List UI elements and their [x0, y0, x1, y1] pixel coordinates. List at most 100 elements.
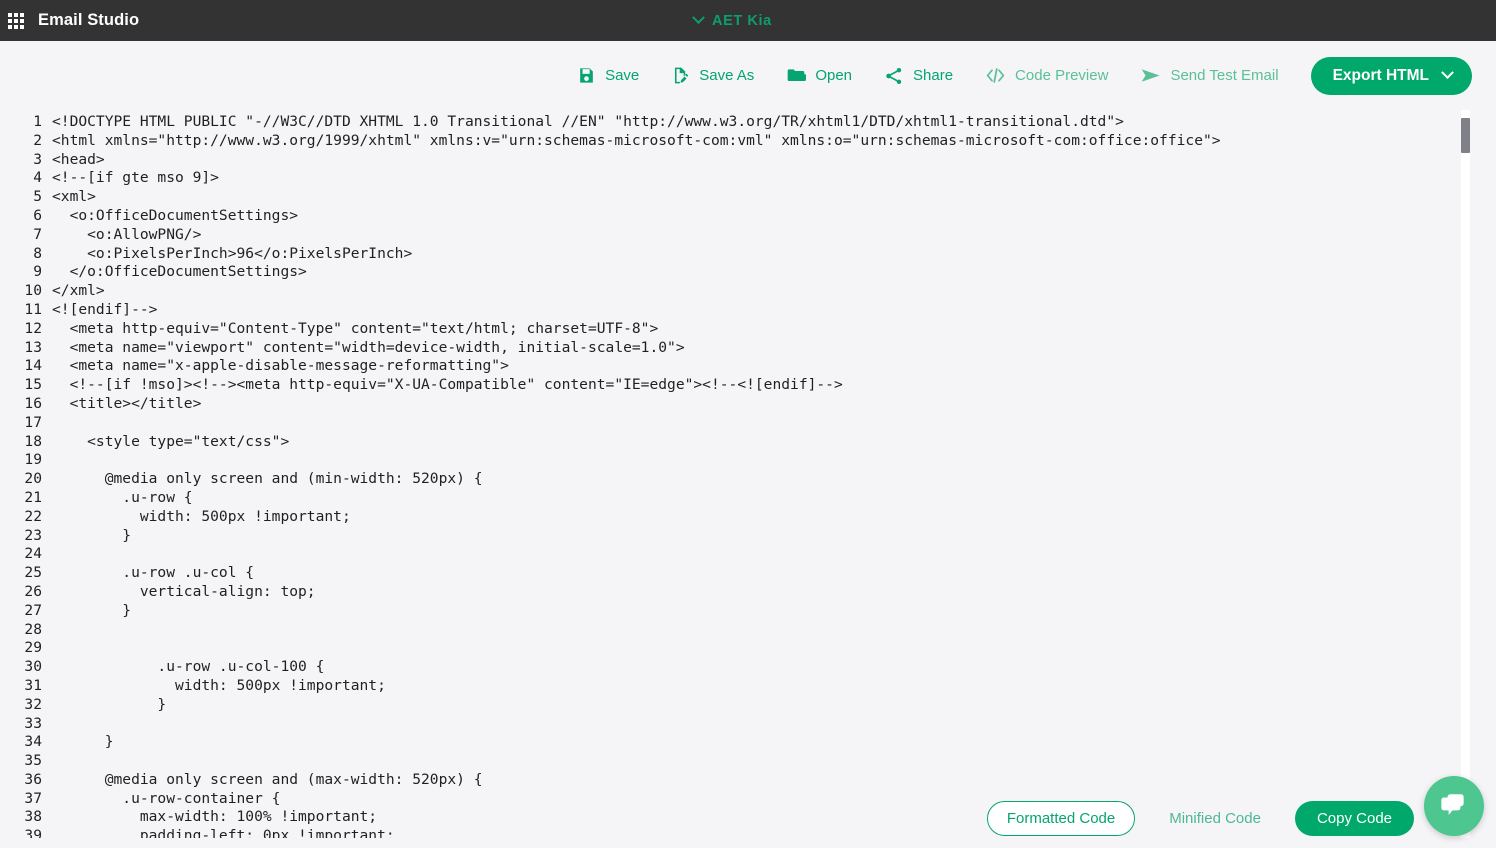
- code-line: 32 }: [0, 696, 1462, 715]
- code-line: 6 <o:OfficeDocumentSettings>: [0, 207, 1462, 226]
- formatted-code-tab[interactable]: Formatted Code: [986, 801, 1136, 836]
- code-line: 21 .u-row {: [0, 489, 1462, 508]
- code-line-number: 9: [33, 263, 42, 281]
- code-line: 4 <!--[if gte mso 9]>: [0, 169, 1462, 188]
- code-line-number: 3: [33, 150, 42, 168]
- code-line-number: 36: [24, 770, 42, 788]
- code-line-number: 21: [24, 488, 42, 506]
- send-test-email-button-label: Send Test Email: [1170, 67, 1279, 84]
- code-line: 3 <head>: [0, 151, 1462, 170]
- code-line-number: 15: [24, 376, 42, 394]
- code-line-text: <![endif]-->: [52, 300, 158, 318]
- code-line-number: 1: [33, 113, 42, 130]
- code-line: 5 <xml>: [0, 188, 1462, 207]
- code-line-text: }: [52, 601, 132, 619]
- code-line-number: 33: [24, 714, 42, 732]
- code-line-number: 18: [24, 432, 42, 450]
- code-line: 11 <![endif]-->: [0, 301, 1462, 320]
- code-line-text: }: [52, 526, 132, 544]
- code-line-number: 8: [33, 244, 42, 262]
- code-content: 1 <!DOCTYPE HTML PUBLIC "-//W3C//DTD XHTM…: [0, 110, 1462, 838]
- chevron-down-icon: [692, 11, 705, 25]
- code-line: 28: [0, 621, 1462, 640]
- code-line-number: 5: [33, 188, 42, 206]
- code-line: 24: [0, 545, 1462, 564]
- code-line-text: <meta name="x-apple-disable-message-refo…: [52, 357, 509, 375]
- open-button[interactable]: Open: [776, 60, 862, 92]
- code-line-text: <o:OfficeDocumentSettings>: [52, 206, 299, 224]
- share-nodes-icon: [886, 67, 902, 84]
- code-line-text: @media only screen and (min-width: 520px…: [52, 470, 483, 488]
- code-line-text: <meta http-equiv="Content-Type" content=…: [52, 319, 659, 337]
- workspace-selector[interactable]: AET Kia: [692, 0, 772, 41]
- app-header: Email Studio AET Kia: [0, 0, 1496, 41]
- code-preview-button[interactable]: Code Preview: [975, 59, 1118, 92]
- code-line-text: .u-row {: [52, 488, 193, 506]
- grid-apps-icon[interactable]: [5, 10, 27, 32]
- code-scrollbar-thumb[interactable]: [1461, 118, 1470, 153]
- code-line-text: @media only screen and (max-width: 520px…: [52, 770, 483, 788]
- code-line-number: 28: [24, 620, 42, 638]
- code-line-number: 10: [24, 282, 42, 300]
- code-line: 10 </xml>: [0, 282, 1462, 301]
- code-line-number: 17: [24, 413, 42, 431]
- chat-support-button[interactable]: [1424, 776, 1484, 836]
- code-line-number: 6: [33, 206, 42, 224]
- code-line-text: <o:AllowPNG/>: [52, 225, 202, 243]
- code-line-text: }: [52, 733, 114, 751]
- code-line-number: 2: [33, 131, 42, 149]
- save-button[interactable]: Save: [567, 60, 649, 91]
- paper-plane-icon: [1140, 65, 1161, 86]
- copy-code-button[interactable]: Copy Code: [1294, 801, 1414, 836]
- page-title: Email Studio: [38, 11, 140, 29]
- code-line-number: 27: [24, 601, 42, 619]
- code-line-number: 16: [24, 394, 42, 412]
- code-line-text: </xml>: [52, 282, 105, 300]
- code-line-text: vertical-align: top;: [52, 582, 316, 600]
- code-line-text: <!--[if !mso]><!--><meta http-equiv="X-U…: [52, 376, 843, 394]
- code-preview-button-label: Code Preview: [1015, 67, 1109, 84]
- code-line: 16 <title></title>: [0, 395, 1462, 414]
- code-line: 9 </o:OfficeDocumentSettings>: [0, 263, 1462, 282]
- chat-bubbles-icon: [1439, 790, 1469, 823]
- code-line-number: 4: [33, 169, 42, 187]
- code-line: 30 .u-row .u-col-100 {: [0, 658, 1462, 677]
- action-toolbar: Save Save As Open Share Code Preview Sen…: [0, 41, 1496, 110]
- save-as-button[interactable]: Save As: [661, 60, 764, 91]
- code-line: 2 <html xmlns="http://www.w3.org/1999/xht…: [0, 132, 1462, 151]
- code-line: 35: [0, 752, 1462, 771]
- code-line-text: <!DOCTYPE HTML PUBLIC "-//W3C//DTD XHTML…: [52, 113, 1124, 130]
- code-line-number: 7: [33, 225, 42, 243]
- code-line: 1 <!DOCTYPE HTML PUBLIC "-//W3C//DTD XHTM…: [0, 113, 1462, 132]
- code-line: 14 <meta name="x-apple-disable-message-r…: [0, 357, 1462, 376]
- share-button-label: Share: [913, 67, 954, 84]
- open-button-label: Open: [815, 67, 853, 84]
- code-line: 31 width: 500px !important;: [0, 677, 1462, 696]
- code-line-number: 26: [24, 582, 42, 600]
- code-line: 27 }: [0, 602, 1462, 621]
- code-line: 13 <meta name="viewport" content="width=…: [0, 339, 1462, 358]
- code-line-text: }: [52, 695, 167, 713]
- chevron-down-icon: [1441, 66, 1454, 80]
- code-line-text: width: 500px !important;: [52, 676, 386, 694]
- code-line-number: 11: [24, 300, 42, 318]
- code-line: 18 <style type="text/css">: [0, 433, 1462, 452]
- minified-code-tab[interactable]: Minified Code: [1149, 801, 1281, 836]
- code-line: 17: [0, 414, 1462, 433]
- code-line-text: </o:OfficeDocumentSettings>: [52, 263, 307, 281]
- send-test-email-button[interactable]: Send Test Email: [1130, 59, 1288, 92]
- code-line: 22 width: 500px !important;: [0, 508, 1462, 527]
- code-line-number: 22: [24, 507, 42, 525]
- code-line: 15 <!--[if !mso]><!--><meta http-equiv="…: [0, 376, 1462, 395]
- export-html-button[interactable]: Export HTML: [1310, 56, 1472, 95]
- code-line: 20 @media only screen and (min-width: 52…: [0, 470, 1462, 489]
- code-scrollbar[interactable]: [1461, 110, 1470, 838]
- export-html-label: Export HTML: [1332, 66, 1429, 84]
- code-scroll-area[interactable]: 1 <!DOCTYPE HTML PUBLIC "-//W3C//DTD XHTM…: [0, 110, 1462, 838]
- share-button[interactable]: Share: [874, 60, 963, 92]
- code-line-number: 34: [24, 733, 42, 751]
- code-view-controls: Formatted Code Minified Code Copy Code: [0, 801, 1496, 836]
- code-line-text: <style type="text/css">: [52, 432, 290, 450]
- code-line-number: 12: [24, 319, 42, 337]
- code-line-text: <o:PixelsPerInch>96</o:PixelsPerInch>: [52, 244, 413, 262]
